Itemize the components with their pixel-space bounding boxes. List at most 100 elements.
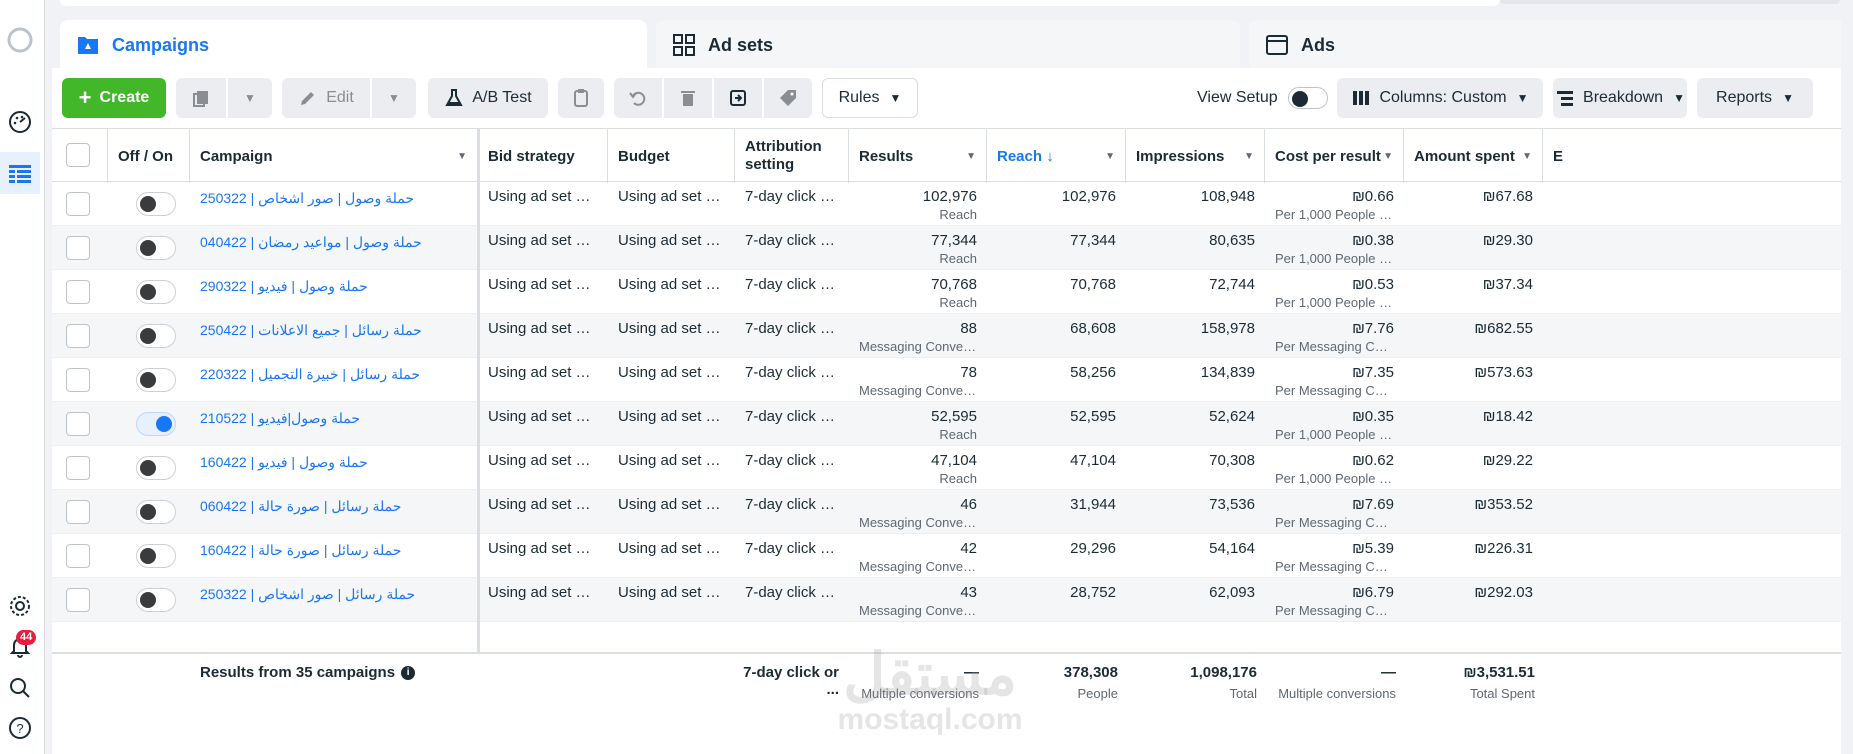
row-checkbox[interactable] xyxy=(66,280,90,304)
table-row[interactable]: حملة وصول|فيديو | 210522 Using ad set bid… xyxy=(52,402,1853,446)
reports-label: Reports xyxy=(1716,89,1773,106)
campaign-toggle[interactable] xyxy=(136,280,176,304)
tab-ads[interactable]: Ads xyxy=(1249,20,1853,70)
campaign-toggle[interactable] xyxy=(136,412,176,436)
header-ends[interactable]: E xyxy=(1543,129,1563,183)
header-amount-spent[interactable]: Amount spent ▼ xyxy=(1404,129,1543,183)
row-checkbox[interactable] xyxy=(66,236,90,260)
tab-ad-sets[interactable]: Ad sets xyxy=(656,20,1240,70)
edit-button[interactable]: Edit xyxy=(282,78,370,118)
header-campaign[interactable]: Campaign ▼ xyxy=(190,129,478,183)
cell-subtext: Per Messaging Conv... xyxy=(1275,515,1394,530)
duplicate-dropdown[interactable]: ▼ xyxy=(228,78,272,118)
cell-value: ₪7.35 xyxy=(1352,364,1394,381)
campaign-name-link[interactable]: حملة وصول | صور اشخاص | 250322 xyxy=(190,182,478,226)
header-impressions[interactable]: Impressions ▼ xyxy=(1126,129,1265,183)
table-row[interactable]: حملة رسائل | خبيرة التجميل | 220322 Using… xyxy=(52,358,1853,402)
cell-reach: 28,752 xyxy=(987,578,1126,622)
cell-subtext: Per 1,000 People Re... xyxy=(1275,207,1394,222)
cell-value: Using ad set bu... xyxy=(618,452,735,469)
campaign-toggle[interactable] xyxy=(136,544,176,568)
page-scrollbar[interactable] xyxy=(1841,0,1853,754)
row-checkbox[interactable] xyxy=(66,412,90,436)
header-cost-per-result[interactable]: Cost per result ▼ xyxy=(1265,129,1404,183)
cell-cpr: ₪7.76 Per Messaging Conv... xyxy=(1265,314,1404,358)
cell-value: Using ad set bid... xyxy=(488,276,608,293)
campaign-toggle[interactable] xyxy=(136,236,176,260)
table-row[interactable]: حملة رسائل | صورة حالة | 060422 Using ad … xyxy=(52,490,1853,534)
tab-campaigns[interactable]: Campaigns xyxy=(60,20,647,70)
header-reach[interactable]: Reach ↓ ▼ xyxy=(987,129,1126,183)
meta-logo-icon[interactable] xyxy=(0,20,40,60)
cell-budget: Using ad set bu... xyxy=(608,534,735,578)
help-icon[interactable]: ? xyxy=(0,708,40,748)
table-row[interactable]: حملة رسائل | جميع الاعلانات | 250422 Usin… xyxy=(52,314,1853,358)
row-checkbox[interactable] xyxy=(66,500,90,524)
header-bid-strategy[interactable]: Bid strategy xyxy=(478,129,608,183)
info-icon[interactable]: i xyxy=(401,666,416,681)
campaign-name-link[interactable]: حملة وصول | فيديو | 160422 xyxy=(190,446,478,490)
campaign-name-link[interactable]: حملة رسائل | صورة حالة | 060422 xyxy=(190,490,478,534)
header-budget[interactable]: Budget xyxy=(608,129,735,183)
campaign-toggle[interactable] xyxy=(136,368,176,392)
row-checkbox[interactable] xyxy=(66,368,90,392)
campaign-name-link[interactable]: حملة رسائل | خبيرة التجميل | 220322 xyxy=(190,358,478,402)
tag-button[interactable] xyxy=(764,78,812,118)
cell-subtext: Per Messaging Conv... xyxy=(1275,603,1394,618)
reports-button[interactable]: Reports ▼ xyxy=(1697,78,1813,118)
dashboard-gauge-icon[interactable] xyxy=(0,102,40,142)
campaign-toggle[interactable] xyxy=(136,588,176,612)
rules-button[interactable]: Rules ▼ xyxy=(822,78,918,118)
cell-results: 102,976 Reach xyxy=(849,182,987,226)
pencil-icon xyxy=(301,92,315,105)
campaign-toggle[interactable] xyxy=(136,192,176,216)
breakdown-button[interactable]: Breakdown ▼ xyxy=(1553,78,1687,118)
campaign-toggle[interactable] xyxy=(136,456,176,480)
clipboard-button[interactable] xyxy=(558,78,604,118)
row-checkbox[interactable] xyxy=(66,588,90,612)
campaign-toggle[interactable] xyxy=(136,324,176,348)
cell-value: Using ad set bid... xyxy=(488,232,608,249)
campaign-name-link[interactable]: حملة وصول|فيديو | 210522 xyxy=(190,402,478,446)
campaigns-table-icon[interactable] xyxy=(0,152,40,194)
campaign-toggle[interactable] xyxy=(136,500,176,524)
header-results[interactable]: Results ▼ xyxy=(849,129,987,183)
cell-value: 73,536 xyxy=(1209,496,1255,513)
campaign-name-link[interactable]: حملة رسائل | صور اشخاص | 250322 xyxy=(190,578,478,622)
columns-button[interactable]: Columns: Custom ▼ xyxy=(1337,78,1543,118)
table-row[interactable]: حملة وصول | فيديو | 160422 Using ad set b… xyxy=(52,446,1853,490)
export-icon xyxy=(730,90,746,106)
row-checkbox[interactable] xyxy=(66,324,90,348)
trash-icon xyxy=(681,91,695,106)
notifications-bell-icon[interactable]: 44 xyxy=(0,626,40,666)
cell-value: ₪5.39 xyxy=(1352,540,1394,557)
campaign-name-link[interactable]: حملة رسائل | صورة حالة | 160422 xyxy=(190,534,478,578)
edit-dropdown[interactable]: ▼ xyxy=(372,78,416,118)
header-attribution[interactable]: Attribution setting xyxy=(735,129,849,183)
campaign-name-link[interactable]: حملة وصول | فيديو | 290322 xyxy=(190,270,478,314)
settings-gear-icon[interactable] xyxy=(0,586,40,626)
ab-test-button[interactable]: A/B Test xyxy=(428,78,548,118)
select-all-checkbox[interactable] xyxy=(66,143,90,167)
delete-button[interactable] xyxy=(664,78,712,118)
view-setup-toggle[interactable] xyxy=(1287,87,1328,109)
table-row[interactable]: حملة رسائل | صور اشخاص | 250322 Using ad … xyxy=(52,578,1853,622)
caret-down-icon: ▼ xyxy=(1673,91,1685,105)
row-checkbox[interactable] xyxy=(66,192,90,216)
cell-value: ₪37.34 xyxy=(1482,276,1533,293)
campaign-name-link[interactable]: حملة رسائل | جميع الاعلانات | 250422 xyxy=(190,314,478,358)
header-off-on[interactable]: Off / On xyxy=(108,129,190,183)
table-row[interactable]: حملة وصول | فيديو | 290322 Using ad set b… xyxy=(52,270,1853,314)
campaign-name-link[interactable]: حملة وصول | مواعيد رمضان | 040422 xyxy=(190,226,478,270)
undo-button[interactable] xyxy=(614,78,662,118)
table-row[interactable]: حملة وصول | مواعيد رمضان | 040422 Using a… xyxy=(52,226,1853,270)
row-checkbox[interactable] xyxy=(66,544,90,568)
duplicate-button[interactable] xyxy=(176,78,226,118)
export-button[interactable] xyxy=(714,78,762,118)
search-icon[interactable] xyxy=(0,668,40,708)
cell-value: 78 xyxy=(960,364,977,381)
table-row[interactable]: حملة وصول | صور اشخاص | 250322 Using ad s… xyxy=(52,182,1853,226)
create-button[interactable]: + Create xyxy=(62,78,166,118)
table-row[interactable]: حملة رسائل | صورة حالة | 160422 Using ad … xyxy=(52,534,1853,578)
row-checkbox[interactable] xyxy=(66,456,90,480)
